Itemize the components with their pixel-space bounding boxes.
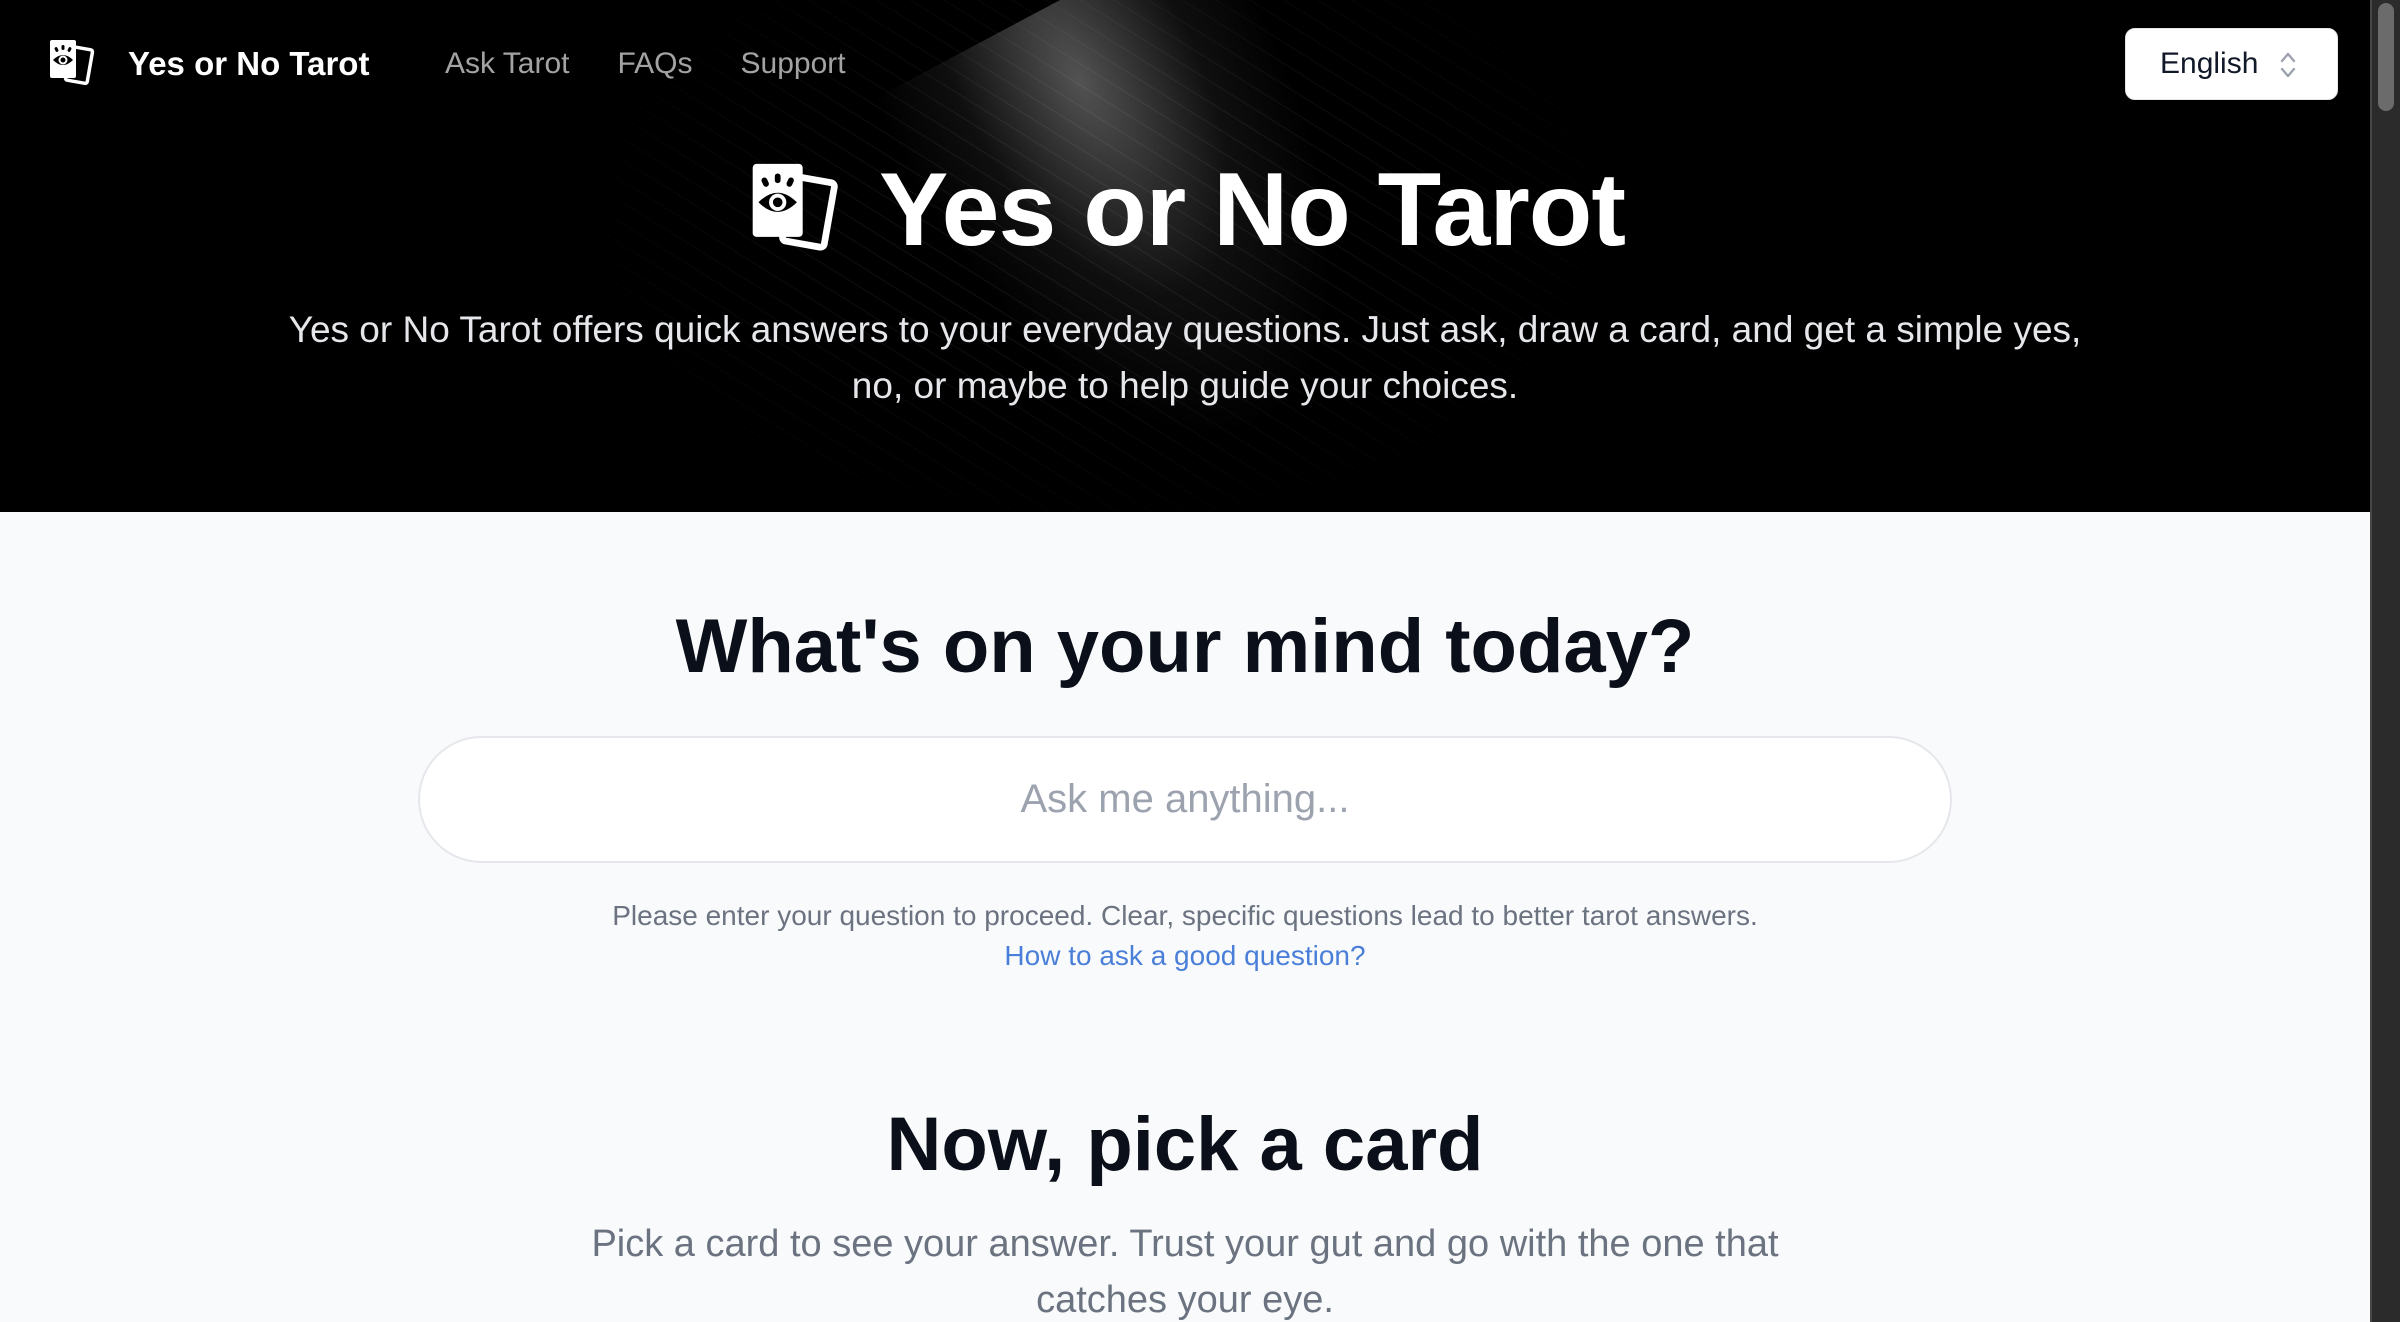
hero-title-group: Yes or No Tarot — [745, 150, 1626, 270]
language-select[interactable]: English — [2125, 28, 2338, 100]
page: Yes or No Tarot Ask Tarot FAQs Support E… — [0, 0, 2370, 1322]
chevron-up-down-icon — [2280, 52, 2296, 78]
helper-link-row: How to ask a good question? — [0, 936, 2370, 976]
brand-logo-link[interactable]: Yes or No Tarot — [46, 38, 369, 90]
scrollbar-thumb[interactable] — [2378, 3, 2394, 111]
ask-heading: What's on your mind today? — [675, 604, 1695, 689]
language-select-value: English — [2160, 47, 2259, 80]
how-to-ask-link[interactable]: How to ask a good question? — [1004, 940, 1365, 971]
nav-link-support[interactable]: Support — [741, 42, 846, 86]
pick-card-heading: Now, pick a card — [886, 1102, 1484, 1187]
nav-links: Ask Tarot FAQs Support — [445, 42, 846, 86]
tarot-cards-eye-icon — [752, 163, 838, 251]
question-input-container — [418, 736, 1952, 863]
tarot-cards-eye-icon — [50, 40, 95, 86]
brand-name: Yes or No Tarot — [128, 45, 370, 82]
question-input[interactable] — [420, 738, 1950, 861]
page-scrollbar[interactable] — [2370, 0, 2400, 1322]
hero-subtitle: Yes or No Tarot offers quick answers to … — [288, 309, 2082, 406]
nav-link-ask-tarot[interactable]: Ask Tarot — [445, 42, 570, 86]
question-helper-text: Please enter your question to proceed. C… — [612, 900, 1758, 931]
nav-link-faqs[interactable]: FAQs — [618, 42, 693, 86]
top-nav: Yes or No Tarot Ask Tarot FAQs Support E… — [0, 0, 2370, 128]
pick-card-subtitle: Pick a card to see your answer. Trust yo… — [591, 1223, 1779, 1321]
hero-title-row: Yes or No Tarot — [0, 150, 2370, 270]
hero-title: Yes or No Tarot — [879, 152, 1626, 268]
hero-section: Yes or No Tarot Ask Tarot FAQs Support E… — [0, 0, 2370, 512]
